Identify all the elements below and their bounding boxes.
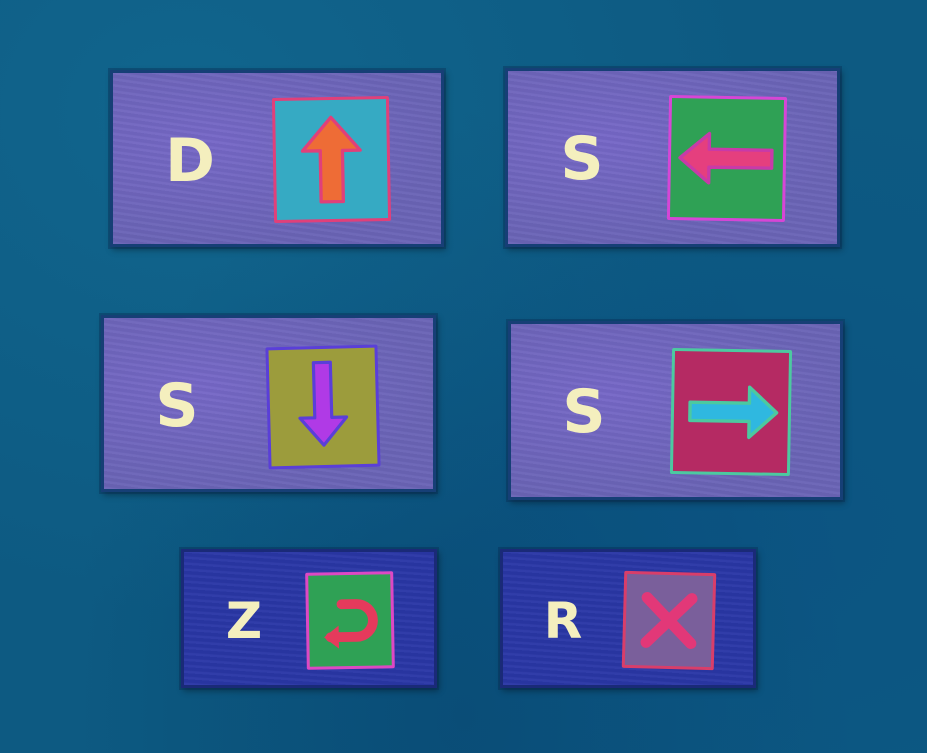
key-label-left: S (560, 124, 604, 194)
undo-icon (324, 599, 378, 649)
key-label-reset: R (543, 592, 583, 650)
control-panel-reset: R (500, 549, 756, 688)
key-label-right: S (562, 377, 606, 447)
control-panel-down: S (101, 315, 436, 492)
arrow-right-icon (688, 385, 779, 440)
key-label-up: D (165, 126, 215, 196)
reset-tile (621, 570, 717, 671)
key-label-undo: Z (225, 592, 263, 650)
arrow-up-tile (271, 95, 392, 224)
key-label-down: S (155, 371, 199, 441)
arrow-right-tile (669, 347, 793, 477)
controls-screen: { "controls": [ { "id": "up", "key": "D"… (0, 0, 927, 753)
arrow-left-tile (666, 94, 788, 223)
arrow-up-icon (300, 115, 362, 204)
close-x-icon (640, 591, 698, 650)
arrow-down-tile (265, 344, 381, 470)
arrow-left-icon (678, 131, 774, 185)
undo-tile (305, 571, 395, 670)
control-panel-right: S (508, 321, 843, 500)
control-panel-up: D (110, 70, 444, 247)
control-panel-left: S (505, 68, 840, 247)
arrow-down-icon (298, 360, 349, 447)
control-panel-undo: Z (181, 549, 437, 688)
